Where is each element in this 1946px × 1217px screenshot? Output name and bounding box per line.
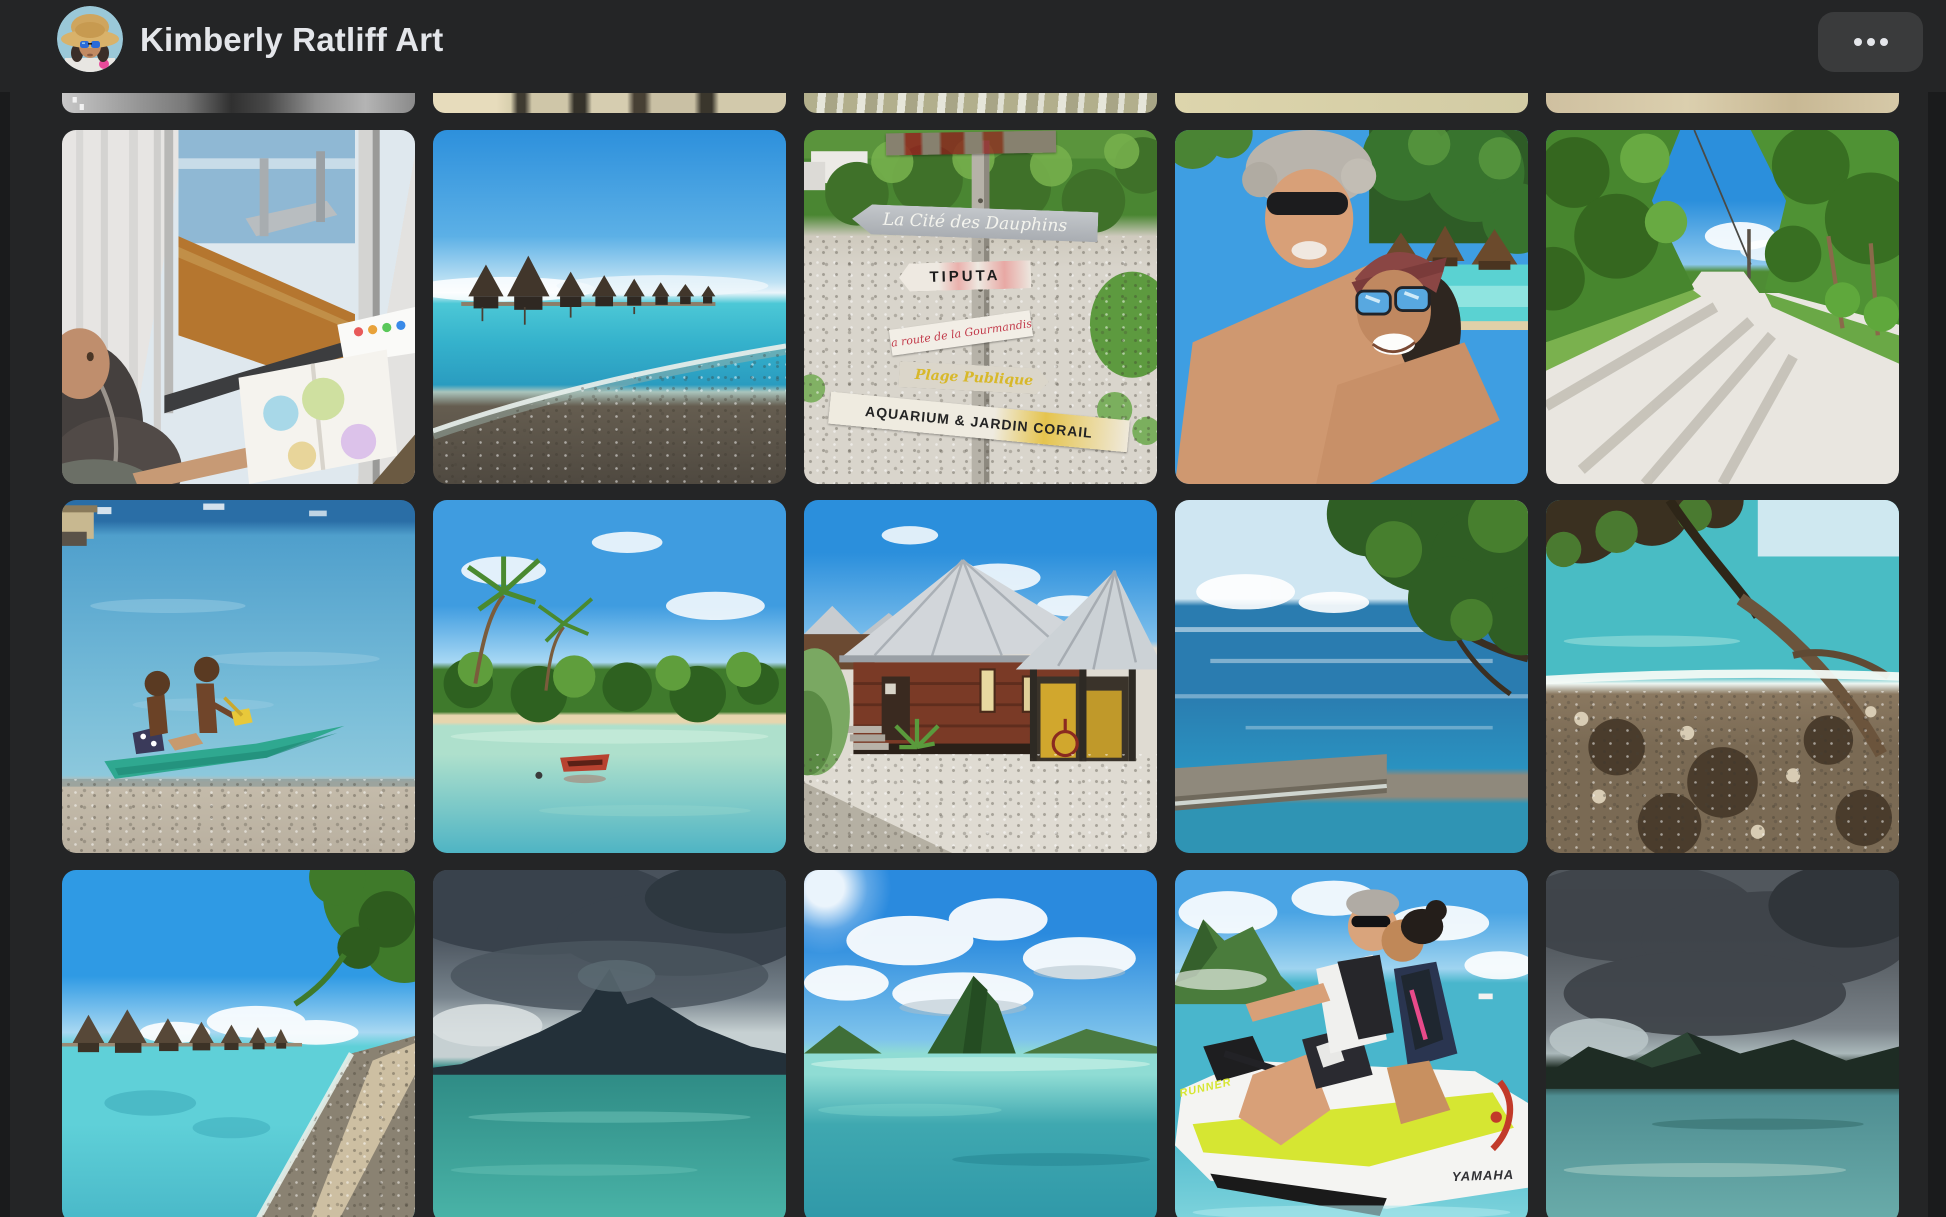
photo-illustration xyxy=(433,500,786,853)
photo-thumbnail-signpost[interactable]: La Cité des Dauphins TIPUTA La route de … xyxy=(804,130,1157,484)
photo-illustration xyxy=(433,130,786,484)
more-options-button[interactable] xyxy=(1818,12,1923,72)
photo-illustration xyxy=(804,870,1157,1217)
sign-label: La Cité des Dauphins xyxy=(883,210,1068,236)
photo-thumbnail-partial[interactable] xyxy=(1175,93,1528,113)
photo-illustration xyxy=(1175,870,1528,1217)
profile-header: Kimberly Ratliff Art xyxy=(0,0,1946,92)
page-gutter-left xyxy=(0,92,10,1217)
photo-illustration xyxy=(1175,130,1528,484)
photo-thumbnail-bungalow-pier[interactable] xyxy=(433,130,786,484)
photo-illustration xyxy=(62,93,415,113)
photo-thumbnail-bungalow-beach[interactable] xyxy=(62,870,415,1217)
photo-illustration xyxy=(433,870,786,1217)
photo-thumbnail-sketchbook-selfie[interactable] xyxy=(62,130,415,484)
yamaha-logo-text: YAMAHA xyxy=(1452,1167,1515,1184)
sign-tiputa: TIPUTA xyxy=(899,260,1032,291)
sign-label: TIPUTA xyxy=(929,267,1000,286)
photo-thumbnail-partial[interactable] xyxy=(804,93,1157,113)
photo-illustration xyxy=(1175,500,1528,853)
photo-illustration xyxy=(1546,130,1899,484)
photo-thumbnail-storm-mountain[interactable] xyxy=(433,870,786,1217)
ellipsis-icon xyxy=(1854,38,1888,46)
photo-thumbnail-partial[interactable] xyxy=(433,93,786,113)
sign-label: Plage Publique xyxy=(914,367,1033,389)
photo-thumbnail-palm-road[interactable] xyxy=(1546,130,1899,484)
photo-illustration xyxy=(1546,870,1899,1217)
photo-thumbnail-jetski-couple[interactable]: YAMAHA RUNNER xyxy=(1175,870,1528,1217)
sign-plank-faded xyxy=(886,131,1056,156)
photo-thumbnail-storm-sea[interactable] xyxy=(1546,870,1899,1217)
photo-thumbnail-island-panorama[interactable] xyxy=(804,870,1157,1217)
photo-thumbnail-kids-canoe[interactable] xyxy=(62,500,415,853)
page-gutter-right xyxy=(1928,92,1946,1217)
photo-illustration xyxy=(62,130,415,484)
photo-thumbnail-tree-over-ocean[interactable] xyxy=(1175,500,1528,853)
photo-gallery-page: Kimberly Ratliff Art xyxy=(0,0,1946,1217)
photo-thumbnail-driftwood-shore[interactable] xyxy=(1546,500,1899,853)
photo-thumbnail-wooden-houses[interactable] xyxy=(804,500,1157,853)
profile-avatar[interactable] xyxy=(57,6,123,72)
avatar-portrait-icon xyxy=(57,6,123,72)
photo-thumbnail-lagoon-boat[interactable] xyxy=(433,500,786,853)
photo-illustration xyxy=(62,870,415,1217)
page-title: Kimberly Ratliff Art xyxy=(140,0,443,80)
photo-thumbnail-couple-selfie[interactable] xyxy=(1175,130,1528,484)
photo-thumbnail-partial[interactable] xyxy=(62,93,415,113)
photo-illustration xyxy=(804,500,1157,853)
photo-illustration xyxy=(1546,500,1899,853)
photo-thumbnail-partial[interactable] xyxy=(1546,93,1899,113)
photo-illustration xyxy=(62,500,415,853)
